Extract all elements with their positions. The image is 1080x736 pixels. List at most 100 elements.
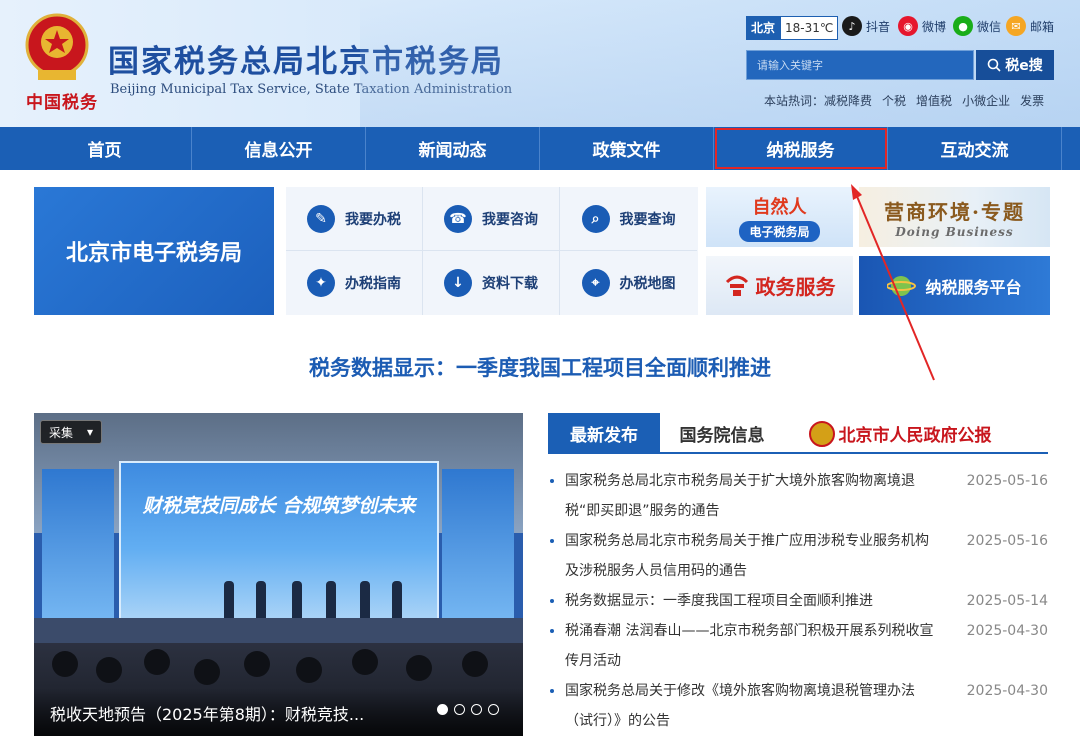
site-title[interactable]: 国家税务总局北京市税务局: [108, 36, 504, 81]
news-date: 2025-04-30: [966, 683, 1048, 699]
audience-head: [96, 657, 122, 683]
audience-head: [296, 657, 322, 683]
news-item[interactable]: 税涌春潮 法润春山——北京市税务部门积极开展系列税收宣传月活动 2025-04-…: [548, 616, 1048, 676]
social-link-douyin[interactable]: ♪ 抖音: [842, 16, 890, 36]
news-item[interactable]: 国家税务总局关于修改《境外旅客购物离境退税管理办法（试行）》的公告 2025-0…: [548, 676, 1048, 736]
stage-person: [360, 581, 370, 619]
audience-head: [194, 659, 220, 685]
service-query[interactable]: ⌕ 我要查询: [560, 187, 697, 251]
social-link-mail[interactable]: ✉ 邮箱: [1006, 16, 1054, 36]
mail-icon: ✉: [1006, 16, 1026, 36]
news-title[interactable]: 税涌春潮 法润春山——北京市税务部门积极开展系列税收宣传月活动: [548, 616, 940, 676]
government-service-banner[interactable]: 政务服务: [706, 256, 853, 315]
tab-latest[interactable]: 最新发布: [548, 413, 660, 454]
stage-screen: 财税竞技同成长 合规筑梦创未来: [119, 461, 439, 621]
news-title[interactable]: 国家税务总局北京市税务局关于扩大境外旅客购物离境退税“即买即退”服务的通告: [548, 466, 940, 526]
site-subtitle: Beijing Municipal Tax Service, State Tax…: [110, 82, 513, 97]
social-link-wechat[interactable]: ● 微信: [953, 16, 1001, 36]
service-tax-handling[interactable]: ✎ 我要办税: [286, 187, 423, 251]
carousel-dot-2[interactable]: [454, 704, 465, 715]
bullet-icon: [550, 629, 554, 633]
carousel-dot-4[interactable]: [488, 704, 499, 715]
hot-words: 本站热词：减税降费 个税 增值税 小微企业 发票: [764, 92, 1044, 109]
hot-word[interactable]: 减税降费: [824, 94, 872, 108]
tax-service-platform-banner[interactable]: 纳税服务平台: [859, 256, 1050, 315]
business-environment-banner[interactable]: 营商环境·专题 Doing Business: [859, 187, 1050, 247]
service-download[interactable]: ↓ 资料下载: [423, 251, 560, 315]
douyin-icon: ♪: [842, 16, 862, 36]
news-item[interactable]: 国家税务总局北京市税务局关于扩大境外旅客购物离境退税“即买即退”服务的通告 20…: [548, 466, 1048, 526]
stage-screen-text: 财税竞技同成长 合规筑梦创未来: [142, 495, 416, 517]
search-icon: [987, 58, 1001, 72]
weibo-icon: ◉: [898, 16, 918, 36]
search-input[interactable]: [746, 50, 974, 80]
banner-subtitle: 电子税务局: [739, 220, 820, 242]
service-grid: ✎ 我要办税 ☎ 我要咨询 ⌕ 我要查询 ✦ 办税指南 ↓ 资料下载 ⌖ 办税地…: [286, 187, 698, 315]
site-header: 中国税务 国家税务总局北京市税务局 Beijing Municipal Tax …: [0, 0, 1080, 127]
social-link-weibo[interactable]: ◉ 微博: [898, 16, 946, 36]
news-date: 2025-04-30: [966, 623, 1048, 639]
nav-policy[interactable]: 政策文件: [540, 127, 714, 170]
service-label: 资料下载: [482, 276, 538, 292]
tab-beijing-gazette[interactable]: 北京市人民政府公报: [790, 413, 1010, 454]
audience-head: [352, 649, 378, 675]
hot-word[interactable]: 小微企业: [962, 92, 1010, 109]
e-tax-bureau-link[interactable]: 北京市电子税务局: [34, 187, 274, 315]
stage-person: [256, 581, 266, 619]
carousel-dot-1[interactable]: [437, 704, 448, 715]
search-button[interactable]: 税e搜: [976, 50, 1054, 80]
service-label: 办税地图: [619, 276, 676, 292]
hot-word[interactable]: 个税: [882, 92, 906, 109]
hot-word[interactable]: 增值税: [916, 92, 952, 109]
collect-dropdown-label: 采集: [49, 425, 74, 440]
audience-head: [244, 651, 270, 677]
carousel-dot-3[interactable]: [471, 704, 482, 715]
wechat-icon: ●: [953, 16, 973, 36]
download-icon: ↓: [444, 269, 472, 297]
news-item[interactable]: 国家税务总局北京市税务局关于推广应用涉税专业服务机构及涉税服务人员信用码的通告 …: [548, 526, 1048, 586]
caret-down-icon: ▾: [86, 425, 93, 439]
news-title[interactable]: 国家税务总局关于修改《境外旅客购物离境退税管理办法（试行）》的公告: [548, 676, 940, 736]
banner-title: 营商环境·专题: [884, 199, 1025, 224]
news-item[interactable]: 税务数据显示：一季度我国工程项目全面顺利推进 2025-05-14: [548, 586, 1048, 616]
audience-head: [406, 655, 432, 681]
nav-news[interactable]: 新闻动态: [366, 127, 540, 170]
banner-title: 自然人: [752, 196, 807, 218]
service-consult[interactable]: ☎ 我要咨询: [423, 187, 560, 251]
news-date: 2025-05-14: [966, 593, 1048, 609]
collect-dropdown[interactable]: 采集 ▾: [40, 420, 102, 444]
news-title[interactable]: 国家税务总局北京市税务局关于推广应用涉税专业服务机构及涉税服务人员信用码的通告: [548, 526, 940, 586]
tab-label: 北京市人民政府公报: [838, 426, 992, 446]
slogan-logo: 中国税务: [26, 93, 98, 113]
hot-word[interactable]: 发票: [1020, 92, 1044, 109]
map-pin-icon: ⌖: [581, 269, 610, 297]
government-service-icon: [725, 275, 748, 296]
banner-subtitle: Doing Business: [895, 224, 1014, 239]
national-emblem-icon: [25, 13, 89, 80]
nav-tax-service[interactable]: 纳税服务: [714, 127, 888, 170]
tab-state-council[interactable]: 国务院信息: [672, 413, 772, 454]
headline-news[interactable]: 税务数据显示：一季度我国工程项目全面顺利推进: [0, 352, 1080, 382]
tax-handling-icon: ✎: [307, 204, 335, 233]
audience-head: [462, 651, 488, 677]
nav-info-disclosure[interactable]: 信息公开: [192, 127, 366, 170]
news-title[interactable]: 税务数据显示：一季度我国工程项目全面顺利推进: [548, 586, 940, 616]
bullet-icon: [550, 599, 554, 603]
service-label: 我要咨询: [482, 211, 538, 228]
banner-title: 纳税服务平台: [925, 277, 1022, 297]
side-screen-right: [442, 469, 514, 619]
nav-home[interactable]: 首页: [18, 127, 192, 170]
stage-person: [292, 581, 302, 619]
hot-words-prefix: 本站热词：减税降费: [764, 94, 873, 108]
gazette-emblem-icon: [808, 420, 835, 447]
service-guide[interactable]: ✦ 办税指南: [286, 251, 423, 315]
service-map[interactable]: ⌖ 办税地图: [560, 251, 697, 315]
nav-interaction[interactable]: 互动交流: [888, 127, 1062, 170]
bullet-icon: [550, 689, 554, 693]
news-date: 2025-05-16: [966, 533, 1048, 549]
banner-title: 政务服务: [755, 275, 836, 299]
natural-person-etax-banner[interactable]: 自然人 电子税务局: [706, 187, 853, 247]
service-label: 办税指南: [345, 276, 401, 292]
service-label: 我要办税: [345, 211, 401, 228]
bullet-icon: [550, 539, 554, 543]
